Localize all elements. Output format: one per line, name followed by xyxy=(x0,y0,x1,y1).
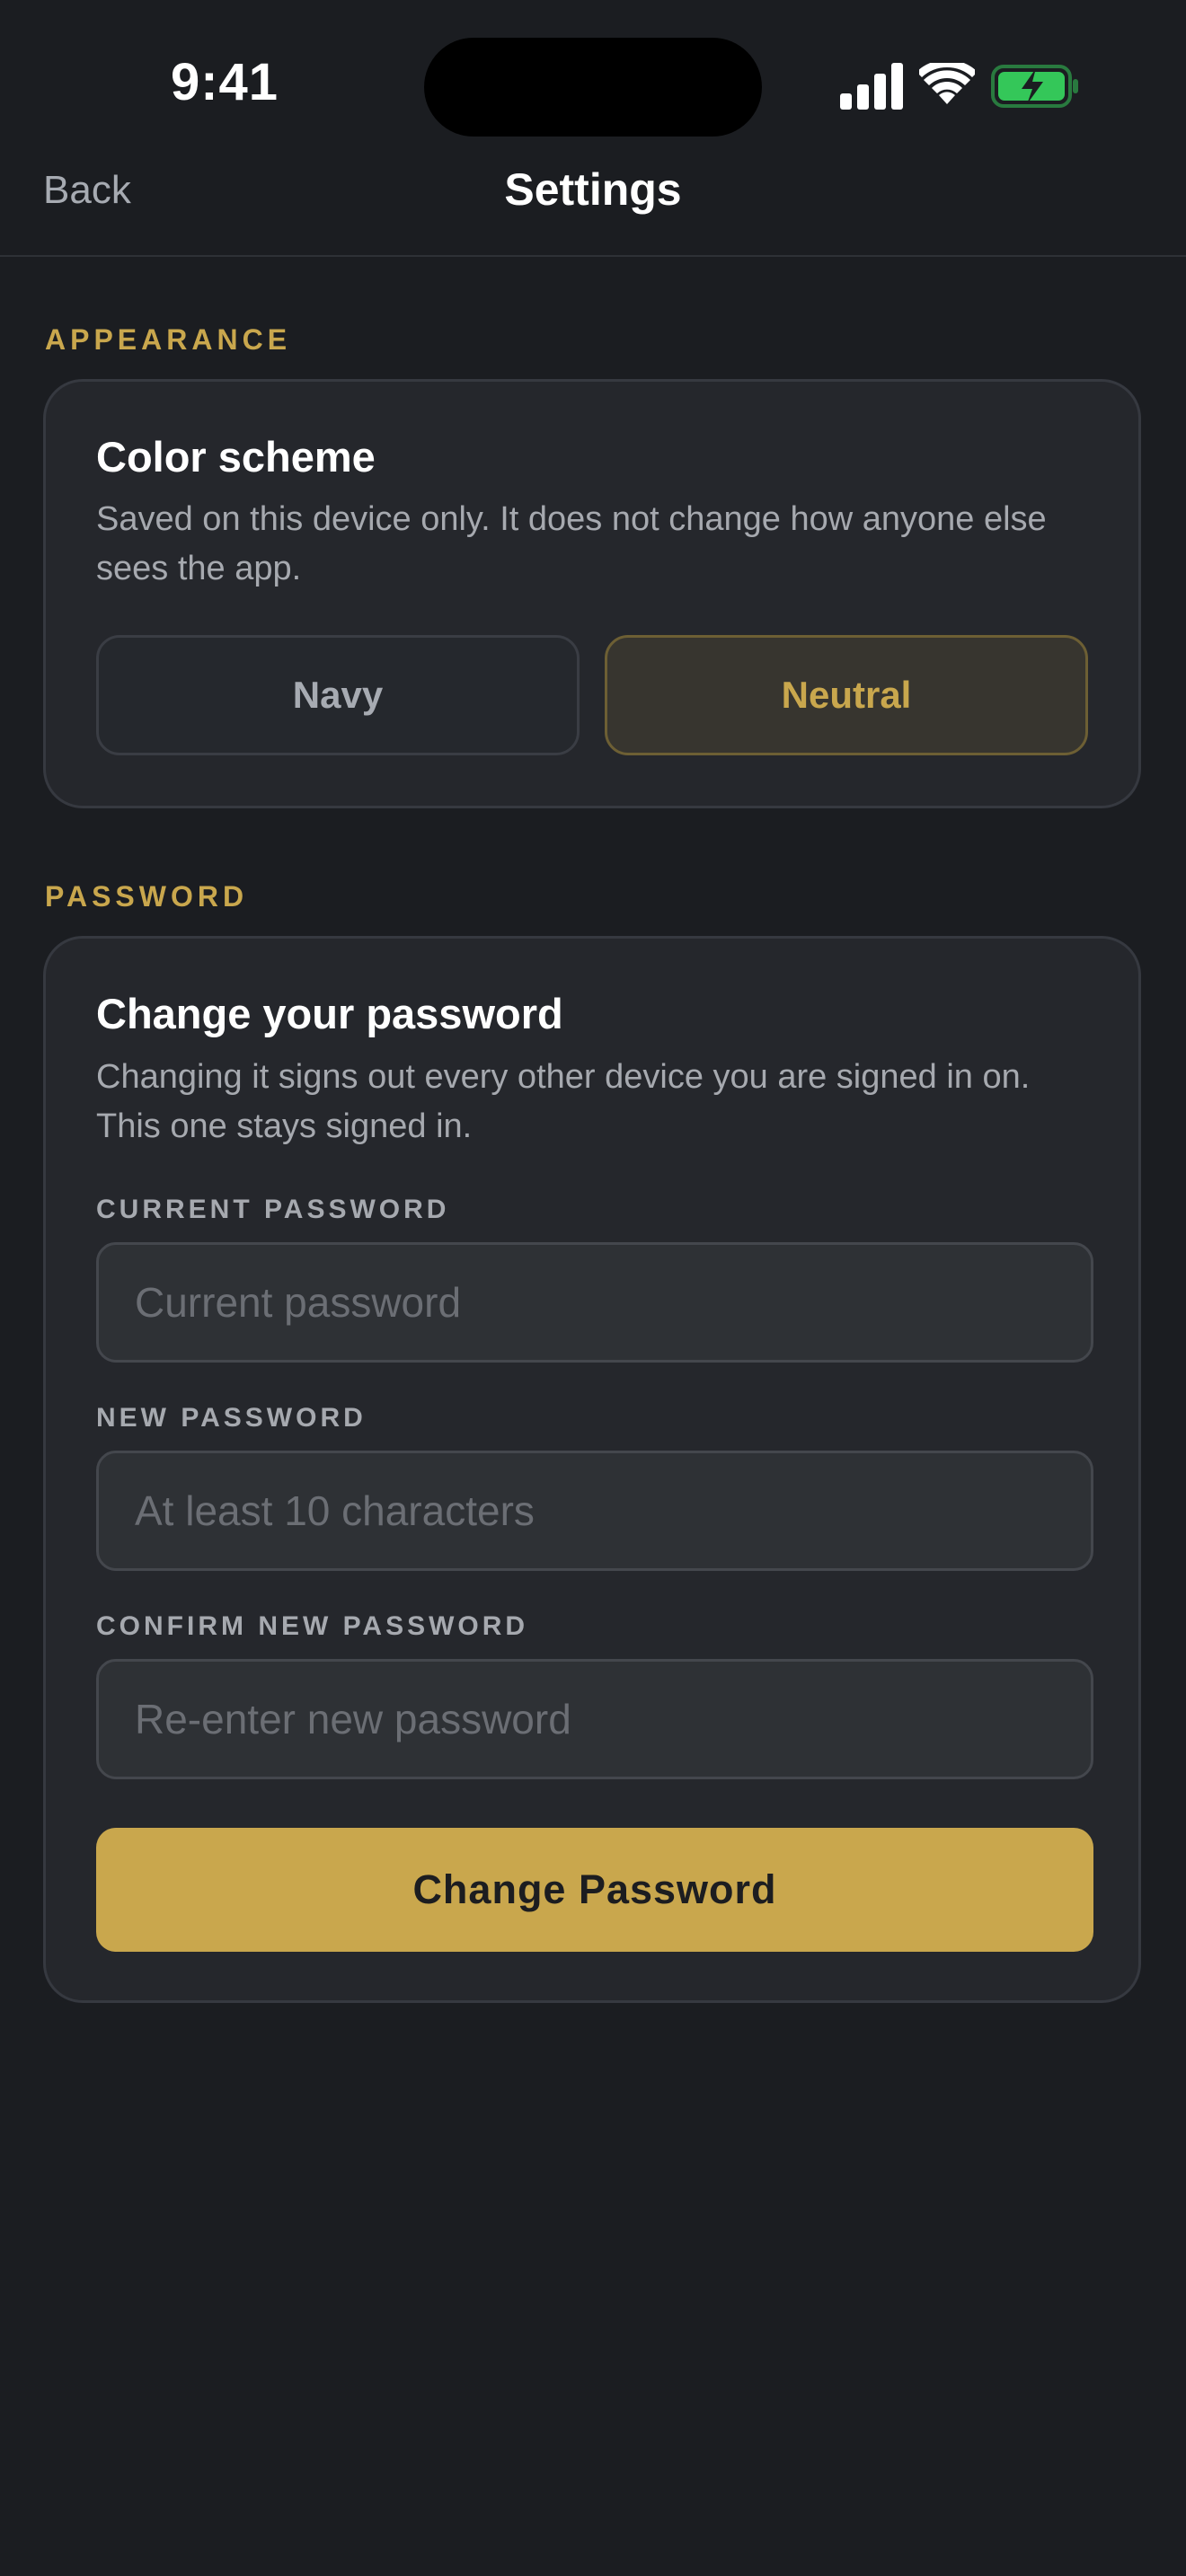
cellular-signal-icon xyxy=(840,63,903,110)
status-icons xyxy=(840,63,1083,110)
card-description: Saved on this device only. It does not c… xyxy=(96,500,1047,587)
card-description: Changing it signs out every other device… xyxy=(96,1058,1031,1145)
card-title: Color scheme xyxy=(96,433,376,481)
change-password-button[interactable]: Change Password xyxy=(96,1828,1093,1952)
section-label-password: PASSWORD xyxy=(45,880,249,913)
new-password-input[interactable] xyxy=(96,1451,1093,1571)
nav-bar: Back Settings xyxy=(0,162,1186,257)
scheme-option-neutral[interactable]: Neutral xyxy=(605,635,1088,755)
change-password-card: Change your password Changing it signs o… xyxy=(43,936,1141,2003)
section-label-appearance: APPEARANCE xyxy=(45,323,292,356)
current-password-label: CURRENT PASSWORD xyxy=(96,1195,450,1224)
confirm-password-label: CONFIRM NEW PASSWORD xyxy=(96,1611,529,1641)
status-bar: 9:41 xyxy=(0,0,1186,162)
back-button[interactable]: Back xyxy=(43,171,131,210)
card-title: Change your password xyxy=(96,990,563,1037)
battery-charging-icon xyxy=(991,65,1078,108)
confirm-password-input[interactable] xyxy=(96,1659,1093,1779)
color-scheme-card: Color scheme Saved on this device only. … xyxy=(43,379,1141,808)
current-password-input[interactable] xyxy=(96,1242,1093,1363)
status-time: 9:41 xyxy=(170,53,279,111)
new-password-label: NEW PASSWORD xyxy=(96,1403,367,1433)
scheme-option-navy[interactable]: Navy xyxy=(96,635,580,755)
wifi-icon xyxy=(919,63,975,104)
page-title: Settings xyxy=(504,164,682,215)
dynamic-island xyxy=(424,38,762,137)
